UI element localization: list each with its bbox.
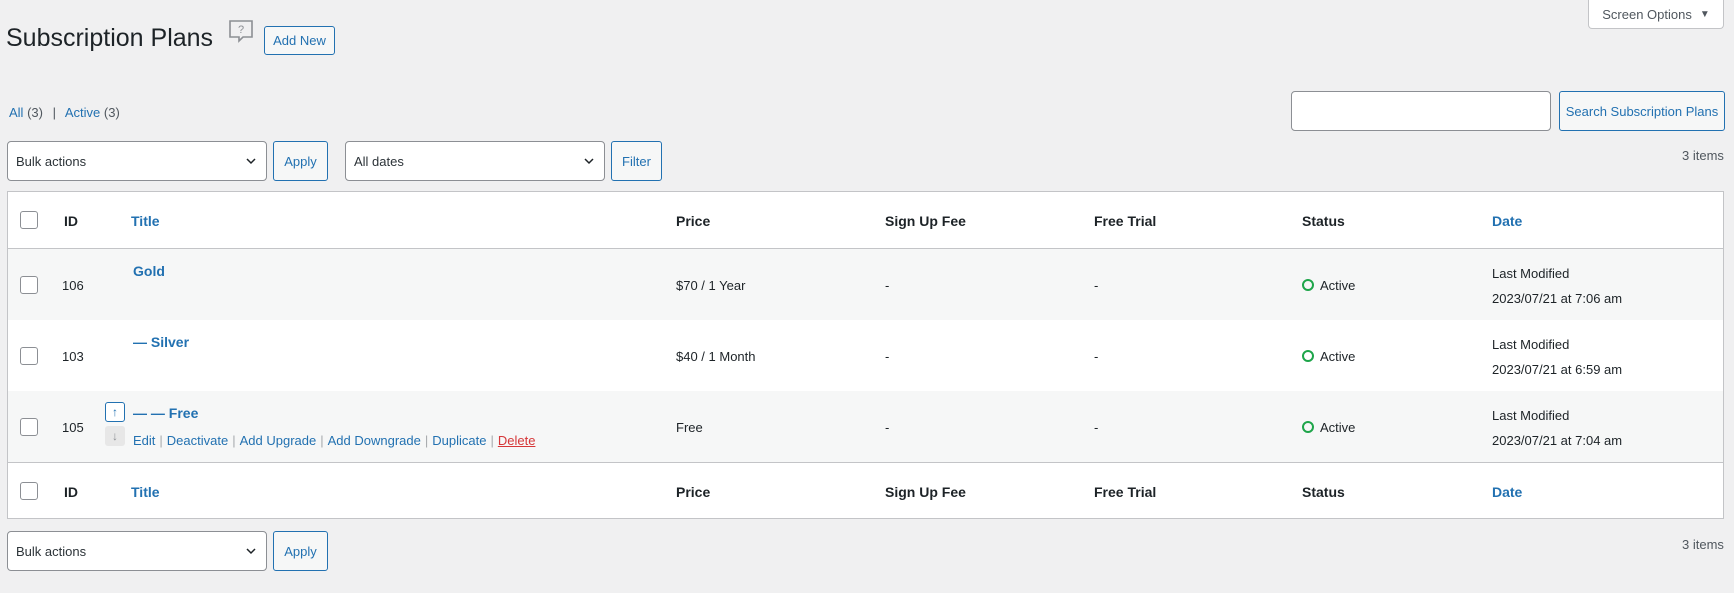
column-id: ID — [64, 213, 78, 229]
add-downgrade-link[interactable]: Add Downgrade — [328, 433, 421, 448]
bulk-actions-select-bottom[interactable]: Bulk actions — [7, 531, 267, 571]
dates-select[interactable]: All dates — [345, 141, 605, 181]
bulk-actions-value: Bulk actions — [16, 543, 87, 559]
plan-price: $40 / 1 Month — [676, 349, 756, 364]
column-price: Price — [676, 213, 711, 229]
plan-status: Active — [1302, 278, 1355, 293]
plan-title-link[interactable]: — Silver — [133, 334, 189, 350]
add-new-button[interactable]: Add New — [264, 26, 335, 55]
items-count-bottom: 3 items — [1682, 537, 1724, 552]
filter-separator: | — [52, 105, 56, 120]
column-date[interactable]: Date — [1492, 484, 1522, 500]
delete-link[interactable]: Delete — [498, 433, 536, 448]
chevron-down-icon — [246, 158, 256, 165]
status-label: Active — [1320, 420, 1356, 435]
row-checkbox[interactable] — [20, 347, 38, 365]
filter-all-count: (3) — [27, 105, 43, 120]
plan-id: 103 — [62, 349, 84, 364]
table-row: 105 ↑ ↓ — — Free Edit | Deactivate | Add Upg… — [8, 391, 1723, 462]
dates-value: All dates — [354, 153, 404, 169]
table-row: 103 — Silver $40 / 1 Month - - Active La… — [8, 320, 1723, 391]
plan-date-label: Last Modified — [1492, 408, 1570, 423]
row-checkbox[interactable] — [20, 418, 38, 436]
duplicate-link[interactable]: Duplicate — [432, 433, 486, 448]
plans-table: ID Title Price Sign Up Fee Free Trial St… — [7, 191, 1724, 519]
status-label: Active — [1320, 278, 1356, 293]
plan-id: 105 — [62, 420, 84, 435]
plan-free-trial: - — [1094, 278, 1099, 293]
filter-active-count: (3) — [103, 105, 120, 120]
bulk-actions-select[interactable]: Bulk actions — [7, 141, 267, 181]
filter-all-link[interactable]: All — [9, 105, 23, 120]
svg-text:?: ? — [238, 24, 244, 36]
plan-title-link[interactable]: — — Free — [133, 405, 198, 421]
column-sign-up-fee: Sign Up Fee — [885, 484, 966, 500]
plan-free-trial: - — [1094, 349, 1099, 364]
plan-sign-up-fee: - — [885, 349, 890, 364]
action-separator: | — [424, 433, 429, 448]
status-filter-links: All (3) | Active (3) — [9, 105, 120, 120]
edit-link[interactable]: Edit — [133, 433, 155, 448]
plan-id: 106 — [62, 278, 84, 293]
column-sign-up-fee: Sign Up Fee — [885, 213, 966, 229]
plan-date-value: 2023/07/21 at 7:04 am — [1492, 433, 1623, 448]
chevron-down-icon — [584, 158, 594, 165]
help-bubble-icon[interactable]: ? — [228, 19, 254, 45]
column-date[interactable]: Date — [1492, 213, 1522, 229]
plan-price: Free — [676, 420, 703, 435]
apply-button[interactable]: Apply — [273, 141, 328, 181]
column-free-trial: Free Trial — [1094, 213, 1157, 229]
caret-down-icon: ▼ — [1699, 8, 1710, 20]
row-checkbox[interactable] — [20, 276, 38, 294]
search-input[interactable] — [1291, 91, 1551, 131]
items-count: 3 items — [1682, 148, 1724, 163]
column-id: ID — [64, 484, 78, 500]
filter-active-link[interactable]: Active — [65, 105, 100, 120]
status-circle-icon — [1302, 421, 1314, 433]
plan-title-link[interactable]: Gold — [133, 263, 165, 279]
page-title: Subscription Plans — [6, 24, 214, 52]
plan-date-value: 2023/07/21 at 6:59 am — [1492, 362, 1623, 377]
row-actions: Edit | Deactivate | Add Upgrade | Add Downgrad… — [133, 433, 535, 448]
status-label: Active — [1320, 349, 1356, 364]
apply-button-bottom[interactable]: Apply — [273, 531, 328, 571]
arrow-down-icon[interactable]: ↓ — [105, 426, 125, 446]
plan-date-label: Last Modified — [1492, 337, 1570, 352]
status-circle-icon — [1302, 350, 1314, 362]
plan-sign-up-fee: - — [885, 420, 890, 435]
screen-options-label: Screen Options — [1602, 6, 1692, 22]
filter-button[interactable]: Filter — [611, 141, 662, 181]
action-separator: | — [320, 433, 324, 448]
plan-sign-up-fee: - — [885, 278, 890, 293]
screen-options-button[interactable]: Screen Options ▼ — [1588, 0, 1724, 29]
plan-price: $70 / 1 Year — [676, 278, 746, 293]
column-title[interactable]: Title — [131, 484, 160, 500]
action-separator: | — [232, 433, 236, 448]
status-circle-icon — [1302, 279, 1314, 291]
column-status: Status — [1302, 484, 1345, 500]
column-status: Status — [1302, 213, 1345, 229]
plan-status: Active — [1302, 420, 1355, 435]
column-free-trial: Free Trial — [1094, 484, 1157, 500]
deactivate-link[interactable]: Deactivate — [167, 433, 228, 448]
arrow-up-icon[interactable]: ↑ — [105, 402, 125, 422]
plan-date-value: 2023/07/21 at 7:06 am — [1492, 291, 1623, 306]
chevron-down-icon — [246, 548, 256, 555]
plan-date-label: Last Modified — [1492, 266, 1570, 281]
table-footer-row: ID Title Price Sign Up Fee Free Trial St… — [8, 462, 1723, 519]
column-price: Price — [676, 484, 711, 500]
column-title[interactable]: Title — [131, 213, 160, 229]
bulk-actions-value: Bulk actions — [16, 153, 87, 169]
table-header-row: ID Title Price Sign Up Fee Free Trial St… — [8, 192, 1723, 249]
action-separator: | — [490, 433, 494, 448]
table-row: 106 Gold $70 / 1 Year - - Active Last Mo… — [8, 249, 1723, 320]
select-all-checkbox[interactable] — [20, 211, 38, 229]
add-upgrade-link[interactable]: Add Upgrade — [240, 433, 317, 448]
action-separator: | — [159, 433, 163, 448]
search-button[interactable]: Search Subscription Plans — [1559, 91, 1725, 131]
select-all-checkbox[interactable] — [20, 482, 38, 500]
plan-free-trial: - — [1094, 420, 1099, 435]
plan-status: Active — [1302, 349, 1355, 364]
